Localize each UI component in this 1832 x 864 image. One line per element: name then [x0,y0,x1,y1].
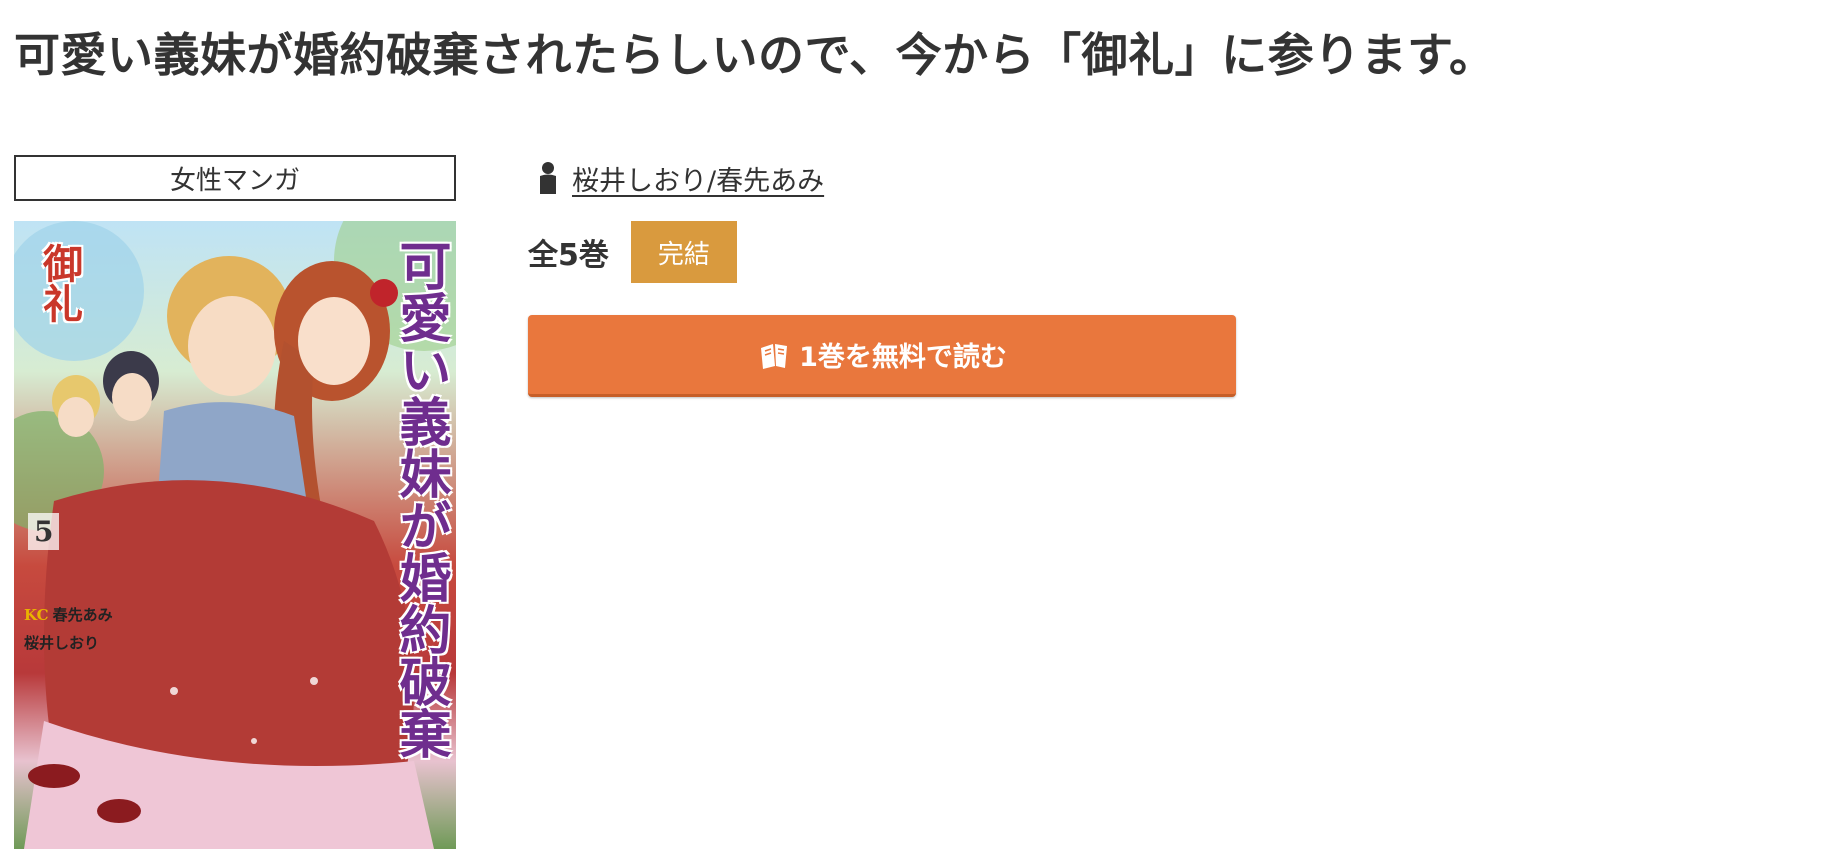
person-icon [534,160,562,196]
volume-row: 全5巻 完結 [528,221,1238,283]
cover-author-artist: 春先あみ [52,606,113,624]
publisher-logo: KC [24,606,49,624]
cover-authors: KC 春先あみ 桜井しおり [24,601,113,657]
author-link[interactable]: 桜井しおり/春先あみ [572,159,824,198]
right-column: 桜井しおり/春先あみ 全5巻 完結 1巻を無料で読む [528,155,1238,397]
status-badge: 完結 [630,221,737,283]
author-row: 桜井しおり/春先あみ [528,155,1238,201]
left-column: 女性マンガ 御礼 可愛い義妹が婚約破棄 5 KC 春先あみ 桜井しおり [14,155,456,849]
read-free-label: 1巻を無料で読む [799,342,1007,373]
cover-title: 可愛い義妹が婚約破棄 [390,239,451,759]
manga-detail-page: 可愛い義妹が婚約破棄されたらしいので、今から「御礼」に参ります。 女性マンガ 御… [0,0,1832,864]
volume-count: 全5巻 [528,238,609,273]
cover-author-writer: 桜井しおり [24,634,100,652]
book-icon [757,340,791,370]
cover-volume-number: 5 [28,513,60,550]
genre-label: 女性マンガ [14,155,456,201]
page-title: 可愛い義妹が婚約破棄されたらしいので、今から「御礼」に参ります。 [14,28,1496,82]
read-free-button[interactable]: 1巻を無料で読む [528,315,1236,397]
cover-image[interactable]: 御礼 可愛い義妹が婚約破棄 5 KC 春先あみ 桜井しおり [14,221,456,849]
cover-subtitle: 御礼 [36,243,83,323]
